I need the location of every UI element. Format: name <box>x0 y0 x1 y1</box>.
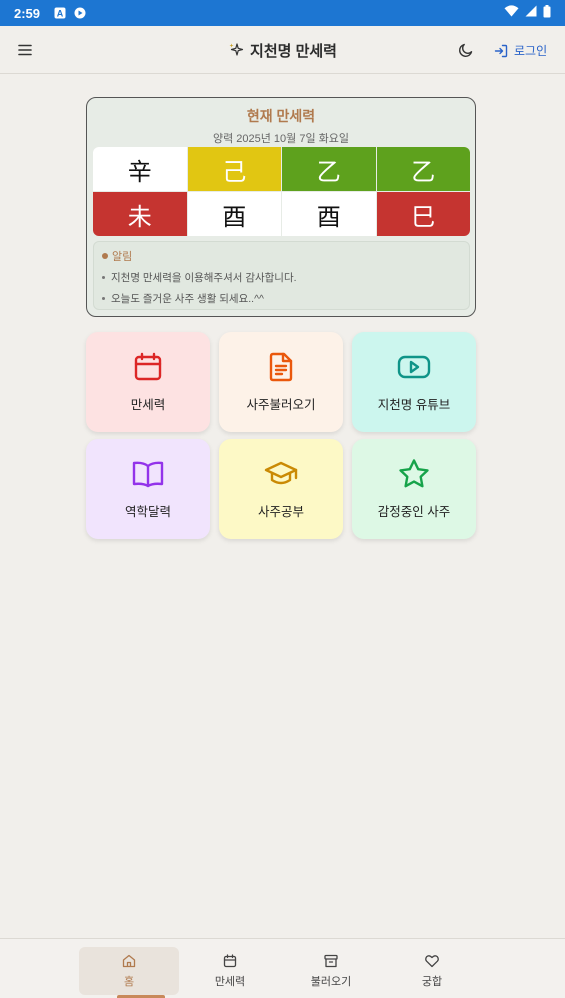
status-time: 2:59 <box>14 5 41 21</box>
notice-item: 지천명 만세력을 이용해주셔서 감사합니다. <box>102 270 461 285</box>
saju-pillar-grid: 辛 己 乙 乙 未 酉 酉 巳 <box>93 147 470 236</box>
notice-title-text: 알림 <box>112 251 133 263</box>
tile-label: 감정중인 사주 <box>377 505 451 519</box>
youtube-icon <box>397 350 431 384</box>
wifi-icon <box>504 5 519 21</box>
tile-label: 사주불러오기 <box>246 398 316 412</box>
earthly-branch-cell: 酉 <box>187 192 281 236</box>
nav-load[interactable]: 불러오기 <box>281 947 381 995</box>
nav-label: 만세력 <box>214 976 246 988</box>
heavenly-stem-cell: 辛 <box>93 147 187 191</box>
theme-toggle-button[interactable] <box>458 42 474 58</box>
nav-compatibility[interactable]: 궁합 <box>382 947 482 995</box>
svg-text:A: A <box>57 9 64 19</box>
heavenly-stem-cell: 乙 <box>376 147 470 191</box>
tile-in-review-saju[interactable]: 감정중인 사주 <box>352 439 476 539</box>
bottom-navigation: 홈 만세력 불러오기 궁합 <box>0 938 565 998</box>
notification-a-icon: A <box>54 7 66 19</box>
tile-label: 사주공부 <box>257 505 304 519</box>
notice-title: 알림 <box>102 248 461 264</box>
nav-home[interactable]: 홈 <box>79 947 179 995</box>
app-title-text: 지천명 만세력 <box>250 42 337 60</box>
menu-button[interactable] <box>16 41 34 59</box>
tile-youtube[interactable]: 지천명 유튜브 <box>352 332 476 432</box>
tile-label: 지천명 유튜브 <box>377 398 451 412</box>
notice-item: 오늘도 즐거운 사주 생활 되세요..^^ <box>102 291 461 306</box>
notice-item-text: 오늘도 즐거운 사주 생활 되세요..^^ <box>111 293 264 305</box>
tile-load-saju[interactable]: 사주불러오기 <box>219 332 343 432</box>
app-title: 지천명 만세력 <box>228 40 337 61</box>
bullet-icon <box>102 297 105 300</box>
card-title: 현재 만세력 <box>246 108 316 124</box>
earthly-branch-cell: 未 <box>93 192 187 236</box>
login-button[interactable]: 로그인 <box>494 42 547 59</box>
calendar-icon <box>131 350 165 384</box>
graduation-cap-icon <box>264 457 298 491</box>
signal-icon <box>525 5 537 21</box>
moon-icon <box>458 43 473 58</box>
calendar-icon <box>223 954 237 968</box>
current-manseryeok-card: 현재 만세력 양력 2025년 10월 7일 화요일 辛 己 乙 乙 未 酉 酉… <box>86 97 476 317</box>
feature-tiles: 만세력 사주불러오기 지천명 유튜브 역학달력 사주공부 감정중인 사주 <box>86 332 476 539</box>
heavenly-stem-cell: 乙 <box>282 147 376 191</box>
document-icon <box>264 350 298 384</box>
star-icon <box>397 457 431 491</box>
status-bar: 2:59 A <box>0 0 565 26</box>
nav-manseryeok[interactable]: 만세력 <box>180 947 280 995</box>
heavenly-stem-cell: 己 <box>187 147 281 191</box>
earthly-branch-cell: 酉 <box>282 192 376 236</box>
tile-manseryeok[interactable]: 만세력 <box>86 332 210 432</box>
notice-item-text: 지천명 만세력을 이용해주셔서 감사합니다. <box>111 272 297 284</box>
notice-dot-icon <box>102 253 108 259</box>
bullet-icon <box>102 276 105 279</box>
tile-saju-study[interactable]: 사주공부 <box>219 439 343 539</box>
tile-label: 만세력 <box>130 398 166 412</box>
book-icon <box>131 457 165 491</box>
card-date: 양력 2025년 10월 7일 화요일 <box>212 133 349 145</box>
nav-label: 홈 <box>123 976 135 988</box>
notification-play-icon <box>74 7 86 19</box>
sparkles-icon <box>229 43 244 56</box>
archive-icon <box>324 954 338 968</box>
login-icon <box>494 44 508 57</box>
app-bar: 지천명 만세력 로그인 <box>0 26 565 74</box>
hamburger-icon <box>18 44 32 56</box>
tile-calendar-almanac[interactable]: 역학달력 <box>86 439 210 539</box>
tile-label: 역학달력 <box>124 505 171 519</box>
heart-icon <box>425 955 439 968</box>
login-label: 로그인 <box>514 44 548 58</box>
battery-icon <box>543 4 551 22</box>
earthly-branch-cell: 巳 <box>376 192 470 236</box>
nav-label: 불러오기 <box>310 976 352 988</box>
nav-label: 궁합 <box>421 976 443 988</box>
home-icon <box>122 954 136 968</box>
notice-box: 알림 지천명 만세력을 이용해주셔서 감사합니다. 오늘도 즐거운 사주 생활 … <box>93 241 470 310</box>
